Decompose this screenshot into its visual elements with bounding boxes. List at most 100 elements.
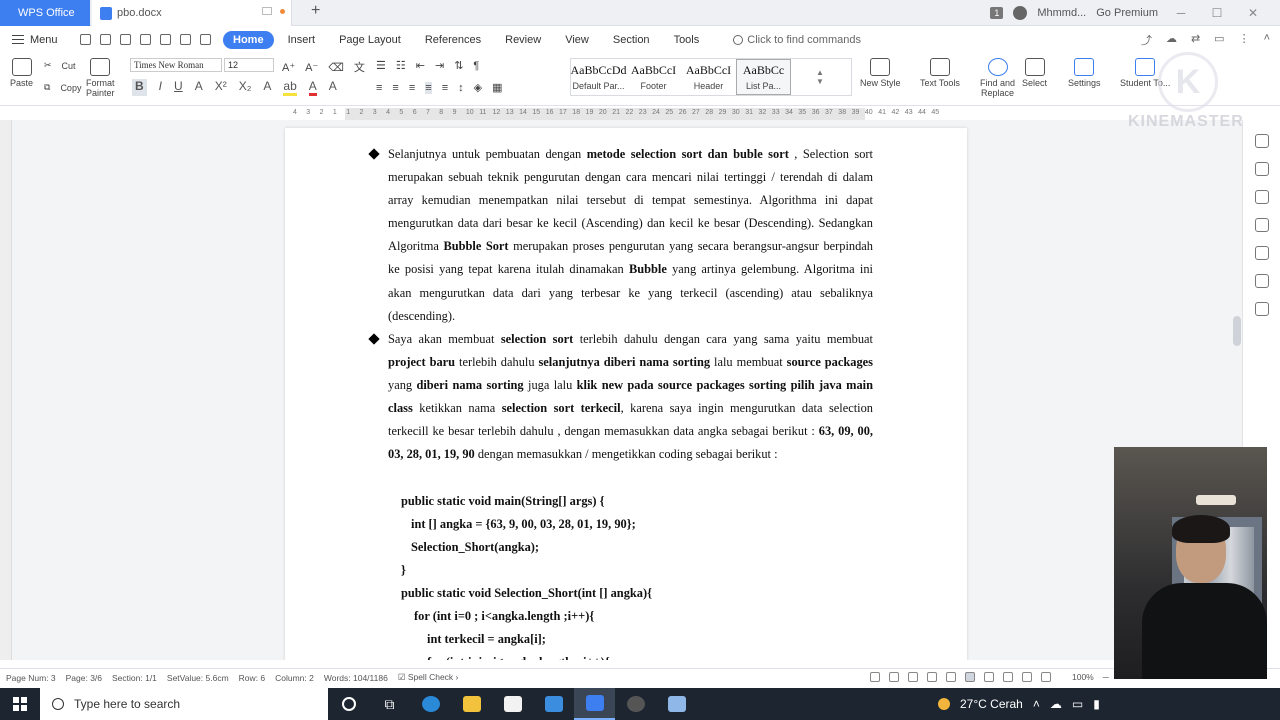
tab-section[interactable]: Section — [603, 31, 660, 49]
tab-references[interactable]: References — [415, 31, 491, 49]
distribute-icon[interactable]: ≡ — [442, 82, 448, 94]
focus-icon[interactable] — [946, 672, 956, 682]
horizontal-ruler[interactable]: 4 3 2 1 1 2 3 4 5 6 7 8 9 10 11 12 13 14 15 16 17 18 19 20 21 22 2… — [285, 108, 967, 120]
minimize-icon[interactable]: ─ — [1168, 6, 1194, 20]
tab-home[interactable]: Home — [223, 30, 274, 49]
document-workspace[interactable]: Selanjutnya untuk pembuatan dengan metod… — [12, 120, 1242, 660]
paste-button[interactable]: Paste — [10, 58, 33, 88]
sync-icon[interactable]: ⇄ — [1191, 32, 1200, 48]
eye-protection-icon[interactable] — [1022, 672, 1032, 682]
status-page-num[interactable]: Page Num: 3 — [6, 673, 56, 683]
justify-icon[interactable]: ≡ — [425, 81, 432, 94]
tab-view[interactable]: View — [555, 31, 599, 49]
battery-icon[interactable]: ▮ — [1093, 697, 1100, 711]
cloud-tray-icon[interactable]: ☁ — [1050, 697, 1062, 711]
start-button[interactable] — [0, 688, 40, 720]
font-size-select[interactable]: 12 — [224, 58, 274, 72]
store-button[interactable] — [492, 688, 533, 720]
font-color-icon[interactable]: A — [308, 79, 317, 96]
wps-writer-button[interactable] — [574, 688, 615, 720]
tab-page-layout[interactable]: Page Layout — [329, 31, 411, 49]
comment-icon[interactable]: ▭ — [1214, 32, 1224, 48]
weather-moon-icon[interactable] — [938, 698, 950, 710]
taskbar-search[interactable]: Type here to search — [40, 688, 328, 720]
document-page[interactable]: Selanjutnya untuk pembuatan dengan metod… — [285, 128, 967, 660]
text-effects-icon[interactable]: A — [263, 79, 271, 96]
edge-button[interactable] — [410, 688, 451, 720]
library-icon[interactable] — [1254, 302, 1269, 316]
user-name[interactable]: Mhmmd... — [1037, 7, 1086, 19]
phonetic-icon[interactable]: 文 — [354, 59, 365, 75]
file-explorer-button[interactable] — [451, 688, 492, 720]
avatar[interactable] — [1013, 6, 1028, 20]
lock-icon[interactable] — [1254, 190, 1269, 204]
borders-icon[interactable]: ▦ — [492, 81, 502, 94]
code-line[interactable]: public static void Selection_Short(int [… — [401, 582, 652, 605]
style-footer[interactable]: AaBbCcI Footer — [626, 59, 681, 95]
code-line[interactable]: int terkecil = angka[i]; — [427, 628, 546, 651]
code-line[interactable]: Selection_Short(angka); — [411, 536, 539, 559]
font-name-select[interactable]: Times New Roman — [130, 58, 222, 72]
cortana-button[interactable] — [328, 688, 369, 720]
code-line[interactable]: public static void main(String[] args) { — [401, 490, 604, 513]
select-pointer-icon[interactable] — [1254, 162, 1269, 176]
outline-icon[interactable] — [1254, 218, 1269, 232]
weather-text[interactable]: 27°C Cerah — [960, 697, 1023, 711]
italic-icon[interactable]: I — [159, 79, 162, 96]
task-view-button[interactable]: ⧉ — [369, 688, 410, 720]
more-icon[interactable]: ⋮ — [1239, 32, 1250, 48]
vertical-scrollbar[interactable] — [1233, 316, 1241, 346]
spell-check-button[interactable]: ☑ Spell Check › — [398, 672, 459, 683]
subscript-icon[interactable]: X₂ — [239, 79, 252, 96]
edit-icon[interactable] — [1254, 134, 1269, 148]
shrink-font-icon[interactable]: A⁻ — [305, 61, 318, 74]
bullets-icon[interactable]: ☰ — [376, 59, 386, 72]
tab-insert[interactable]: Insert — [278, 31, 326, 49]
highlight-icon[interactable]: ab — [283, 79, 297, 96]
redo-icon[interactable] — [200, 34, 211, 45]
settings-small-icon[interactable] — [1041, 672, 1051, 682]
tab-tools[interactable]: Tools — [664, 31, 710, 49]
window-icon[interactable] — [262, 7, 272, 15]
grow-font-icon[interactable]: A⁺ — [282, 61, 295, 74]
clear-format-icon[interactable]: ⌫ — [328, 61, 344, 74]
sort-icon[interactable]: ⇅ — [454, 59, 463, 72]
premium-link[interactable]: Go Premium — [1096, 7, 1158, 19]
settings-button[interactable]: Settings — [1068, 58, 1101, 88]
undo-icon[interactable] — [180, 34, 191, 45]
text-tools-button[interactable]: Text Tools — [920, 58, 960, 88]
increase-indent-icon[interactable]: ⇥ — [435, 59, 444, 72]
align-center-icon[interactable]: ≡ — [392, 82, 398, 94]
mail-button[interactable] — [533, 688, 574, 720]
close-icon[interactable]: ✕ — [1240, 6, 1266, 20]
superscript-icon[interactable]: X² — [215, 79, 227, 96]
paragraph-sorting-intro[interactable]: Selanjutnya untuk pembuatan dengan metod… — [388, 143, 873, 328]
status-set-value[interactable]: SetValue: 5.6cm — [167, 673, 229, 683]
style-list-paragraph[interactable]: AaBbCc List Pa... — [736, 59, 791, 95]
navigation-icon[interactable] — [908, 672, 918, 682]
tab-wps-office[interactable]: WPS Office — [0, 0, 90, 26]
shading-icon[interactable]: ◈ — [474, 81, 482, 94]
align-left-icon[interactable]: ≡ — [376, 82, 382, 94]
print-icon[interactable] — [140, 34, 151, 45]
code-line[interactable]: int [] angka = {63, 9, 00, 03, 28, 01, 1… — [411, 513, 636, 536]
format-painter-button[interactable]: Format Painter — [86, 58, 115, 98]
status-row[interactable]: Row: 6 — [239, 673, 265, 683]
browser-button[interactable] — [615, 688, 656, 720]
vertical-ruler[interactable] — [0, 120, 12, 660]
collapse-ribbon-icon[interactable]: ˄ — [1264, 32, 1270, 48]
code-line[interactable]: for (int j=i ; j<angka.length ; j++){ — [427, 651, 610, 660]
select-button[interactable]: Select — [1022, 58, 1047, 88]
command-search[interactable]: Click to find commands — [733, 34, 861, 46]
status-page[interactable]: Page: 3/6 — [66, 673, 102, 683]
cut-button[interactable]: ✂ Cut — [44, 60, 76, 71]
outline-mode-icon[interactable] — [984, 672, 994, 682]
paragraph-selection-sort-steps[interactable]: Saya akan membuat selection sort terlebi… — [388, 328, 873, 467]
char-shading-icon[interactable]: A — [329, 79, 337, 96]
bold-icon[interactable]: B — [132, 79, 147, 96]
page-view-icon[interactable] — [965, 672, 975, 682]
notification-badge[interactable]: 1 — [990, 7, 1004, 19]
line-spacing-icon[interactable]: ↕ — [458, 82, 464, 94]
new-style-button[interactable]: New Style — [860, 58, 901, 88]
status-section[interactable]: Section: 1/1 — [112, 673, 157, 683]
